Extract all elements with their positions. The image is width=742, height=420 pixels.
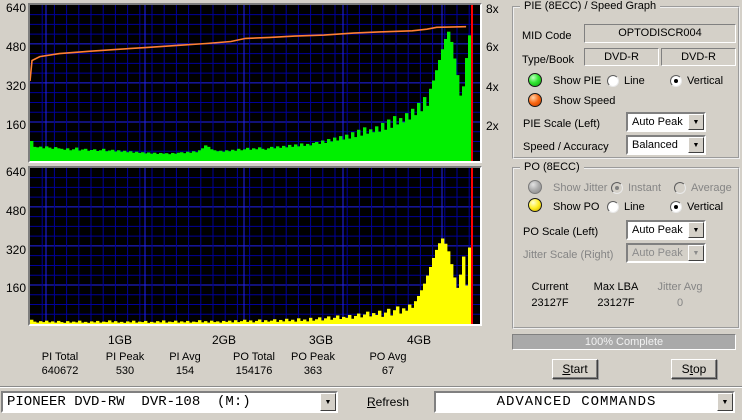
po-avg-value: 67: [381, 365, 395, 377]
show-jitter-led: [528, 180, 542, 194]
po-axis-640: 640: [5, 165, 26, 179]
xaxis-2gb: 2GB: [211, 333, 236, 347]
pie-scale-value: Auto Peak: [632, 116, 683, 128]
po-avg-label: PO Avg: [369, 351, 407, 363]
jitter-instant-radio: [611, 182, 623, 194]
po-groupbox: PO (8ECC) Show Jitter Instant Average Sh…: [512, 161, 740, 329]
po-vertical-radio[interactable]: [670, 201, 682, 213]
xaxis-1gb: 1GB: [107, 333, 132, 347]
show-speed-label: Show Speed: [553, 95, 616, 107]
refresh-button[interactable]: Refresh: [367, 395, 409, 409]
advanced-commands-dropdown-arrow[interactable]: ▼: [717, 393, 733, 411]
book-type-field: DVD-R: [661, 48, 736, 66]
pi-total-value: 640672: [41, 365, 79, 377]
jitter-average-radio: [674, 182, 686, 194]
jitter-instant-label: Instant: [628, 182, 662, 194]
pie-speed-plot-area: [30, 5, 480, 161]
progress-text: 100% Complete: [584, 336, 664, 348]
pie-scale-select[interactable]: Auto Peak ▼: [626, 112, 706, 132]
pie-groupbox-title: PIE (8ECC) / Speed Graph: [520, 0, 661, 12]
pie-axis-480: 480: [5, 40, 26, 54]
speed-accuracy-value: Balanced: [632, 139, 678, 151]
po-graph: [28, 166, 482, 326]
pi-avg-label: PI Avg: [169, 351, 201, 363]
current-value: 23127F: [531, 297, 569, 309]
current-label: Current: [531, 281, 569, 293]
po-scale-select[interactable]: Auto Peak ▼: [626, 220, 706, 240]
pie-scale-label: PIE Scale (Left): [523, 118, 601, 130]
po-vertical-label[interactable]: Vertical: [687, 201, 723, 213]
type-book-label: Type/Book: [522, 54, 574, 66]
speed-axis-2x: 2x: [486, 119, 499, 133]
pie-axis-640: 640: [5, 1, 26, 15]
pie-line-radio[interactable]: [607, 75, 619, 87]
speed-accuracy-select[interactable]: Balanced ▼: [626, 135, 706, 155]
speed-axis-6x: 6x: [486, 40, 499, 54]
max-lba-value: 23127F: [597, 297, 635, 309]
stop-button[interactable]: St op: [671, 359, 717, 379]
pie-speed-graph: [28, 3, 482, 163]
po-scale-label: PO Scale (Left): [523, 226, 599, 238]
advanced-commands-value: ADVANCED COMMANDS: [496, 394, 657, 410]
show-po-led[interactable]: [528, 198, 542, 212]
max-lba-label: Max LBA: [593, 281, 639, 293]
speed-axis-4x: 4x: [486, 80, 499, 94]
scan-progress-bar: 100% Complete: [512, 334, 736, 350]
jitter-scale-value: Auto Peak: [632, 247, 683, 259]
bottom-divider: [0, 386, 742, 388]
po-peak-value: 363: [303, 365, 323, 377]
mid-code-field: OPTODISCR004: [584, 24, 736, 43]
pie-po-scan-window: 640 480 320 160 640 480 320 160 8x 6x 4x…: [0, 0, 742, 420]
disc-type-field: DVD-R: [584, 48, 659, 66]
speed-axis-8x: 8x: [486, 2, 499, 16]
pi-total-label: PI Total: [41, 351, 79, 363]
show-speed-led[interactable]: [528, 93, 542, 107]
po-axis-320: 320: [5, 243, 26, 257]
po-peak-label: PO Peak: [290, 351, 336, 363]
drive-select[interactable]: PIONEER DVD-RW DVR-108 (M:) ▼: [1, 391, 338, 413]
po-line-radio[interactable]: [607, 201, 619, 213]
po-axis-480: 480: [5, 204, 26, 218]
jitter-avg-label: Jitter Avg: [657, 281, 703, 293]
speed-accuracy-label: Speed / Accuracy: [523, 141, 609, 153]
pie-speed-groupbox: PIE (8ECC) / Speed Graph MID Code OPTODI…: [512, 0, 740, 159]
jitter-scale-dropdown-arrow: ▼: [688, 245, 704, 261]
start-button[interactable]: Start: [552, 359, 598, 379]
po-scale-value: Auto Peak: [632, 224, 683, 236]
show-pie-led[interactable]: [528, 73, 542, 87]
po-scale-dropdown-arrow[interactable]: ▼: [688, 222, 704, 238]
pie-scale-dropdown-arrow[interactable]: ▼: [688, 114, 704, 130]
advanced-commands-select[interactable]: ADVANCED COMMANDS ▼: [434, 391, 735, 413]
po-plot-area: [30, 168, 480, 324]
jitter-avg-value: 0: [676, 297, 684, 309]
speed-accuracy-dropdown-arrow[interactable]: ▼: [688, 137, 704, 153]
pie-axis-160: 160: [5, 118, 26, 132]
po-axis-160: 160: [5, 281, 26, 295]
pie-line-label[interactable]: Line: [624, 75, 645, 87]
drive-dropdown-arrow[interactable]: ▼: [320, 393, 336, 411]
show-pie-label: Show PIE: [553, 75, 602, 87]
po-line-label[interactable]: Line: [624, 201, 645, 213]
pi-avg-value: 154: [175, 365, 195, 377]
jitter-average-label: Average: [691, 182, 732, 194]
pie-vertical-radio[interactable]: [670, 75, 682, 87]
drive-select-value: PIONEER DVD-RW DVR-108 (M:): [7, 394, 251, 410]
po-groupbox-title: PO (8ECC): [520, 161, 584, 173]
xaxis-4gb: 4GB: [406, 333, 431, 347]
pie-axis-320: 320: [5, 79, 26, 93]
xaxis-3gb: 3GB: [308, 333, 333, 347]
show-jitter-label: Show Jitter: [553, 182, 608, 194]
jitter-scale-select: Auto Peak ▼: [626, 243, 706, 263]
pie-vertical-label[interactable]: Vertical: [687, 75, 723, 87]
show-po-label: Show PO: [553, 201, 600, 213]
jitter-scale-label: Jitter Scale (Right): [523, 249, 614, 261]
mid-code-label: MID Code: [522, 30, 572, 42]
